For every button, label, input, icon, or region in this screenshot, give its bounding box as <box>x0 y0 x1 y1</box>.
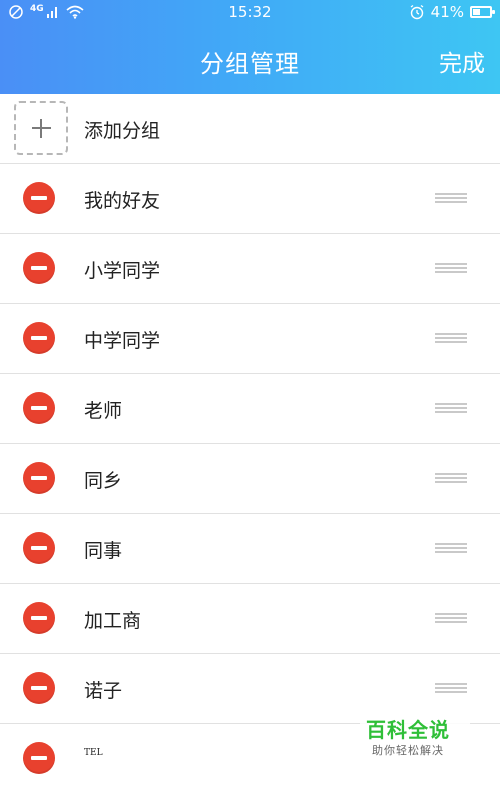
page-title: 分组管理 <box>200 50 300 78</box>
group-row: 同乡 <box>0 444 500 514</box>
battery-fill <box>473 9 480 15</box>
drag-handle-icon[interactable] <box>435 263 467 274</box>
group-list: 添加分组 我的好友 小学同学 中学同学 老师 同乡 同事 加工商 诺子 TEL <box>0 94 500 790</box>
group-label: 中学同学 <box>84 330 161 352</box>
group-row: 我的好友 <box>0 164 500 234</box>
group-label: 同事 <box>84 540 123 562</box>
delete-icon[interactable] <box>23 322 55 354</box>
drag-handle-icon[interactable] <box>435 543 467 554</box>
watermark-logo: 百科全说 助你轻松解决 <box>360 712 470 772</box>
group-label: 加工商 <box>84 610 142 632</box>
group-label: 老师 <box>84 400 123 422</box>
delete-icon[interactable] <box>23 462 55 494</box>
delete-icon[interactable] <box>23 252 55 284</box>
alarm-icon <box>410 4 424 20</box>
add-group-row[interactable]: 添加分组 <box>0 94 500 164</box>
drag-handle-icon[interactable] <box>435 193 467 204</box>
watermark-subtitle: 助你轻松解决 <box>372 744 444 757</box>
drag-handle-icon[interactable] <box>435 613 467 624</box>
app-header: 4G 15:32 41% 分组管理 完成 <box>0 0 500 94</box>
group-label: 小学同学 <box>84 260 161 282</box>
drag-handle-icon[interactable] <box>435 333 467 344</box>
delete-icon[interactable] <box>23 182 55 214</box>
group-label: 诺子 <box>84 680 123 702</box>
group-label: 同乡 <box>84 470 123 492</box>
delete-icon[interactable] <box>23 532 55 564</box>
delete-icon[interactable] <box>23 392 55 424</box>
watermark-title: 百科全说 <box>366 718 450 742</box>
plus-vertical <box>40 119 42 138</box>
group-label: TEL <box>84 748 103 758</box>
battery-icon <box>470 6 495 18</box>
drag-handle-icon[interactable] <box>435 403 467 414</box>
group-row: 老师 <box>0 374 500 444</box>
drag-handle-icon[interactable] <box>435 473 467 484</box>
group-row: 加工商 <box>0 584 500 654</box>
group-row: 中学同学 <box>0 304 500 374</box>
group-row: 小学同学 <box>0 234 500 304</box>
delete-icon[interactable] <box>23 742 55 774</box>
screen: 4G 15:32 41% 分组管理 完成 添加分组 我的好友 小学同学 中学同学… <box>0 0 500 790</box>
plus-icon[interactable] <box>14 101 68 155</box>
status-bar: 4G 15:32 41% <box>0 0 500 26</box>
drag-handle-icon[interactable] <box>435 683 467 694</box>
done-button[interactable]: 完成 <box>439 44 485 78</box>
battery-percent: 41% <box>430 3 464 21</box>
add-group-label: 添加分组 <box>84 120 161 142</box>
delete-icon[interactable] <box>23 672 55 704</box>
group-row: 同事 <box>0 514 500 584</box>
delete-icon[interactable] <box>23 602 55 634</box>
group-label: 我的好友 <box>84 190 161 212</box>
status-right: 41% <box>409 3 495 21</box>
